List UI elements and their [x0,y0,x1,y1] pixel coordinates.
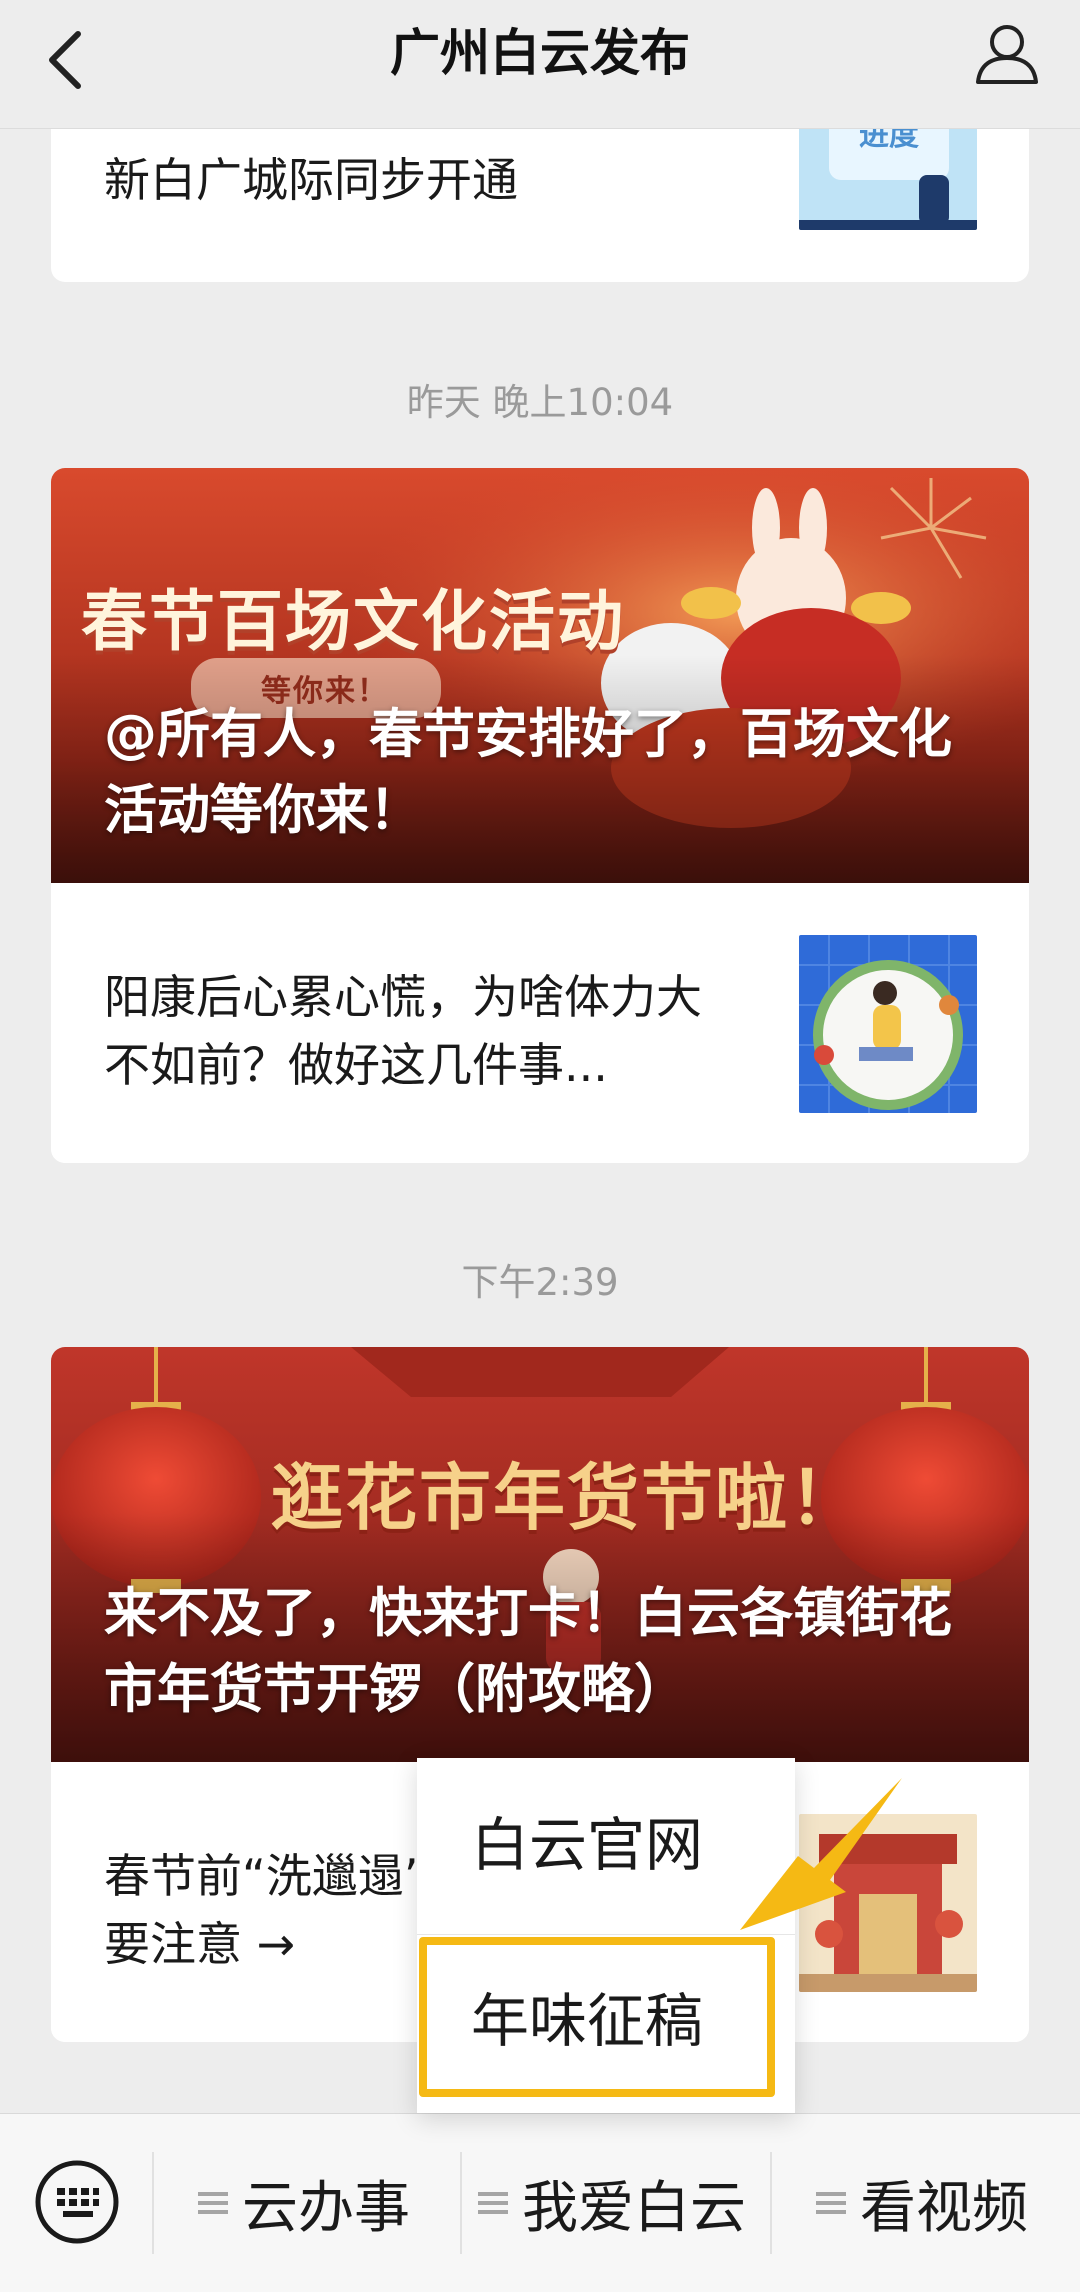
timestamp: 昨天 晚上10:04 [406,381,674,424]
banner-art-title: 春节百场文化活动 [81,583,625,660]
user-icon[interactable] [972,18,1042,88]
keyboard-icon[interactable] [34,2159,120,2245]
article-title: @所有人，春节安排好了，百场文化活动等你来！ [104,704,952,841]
hamburger-icon [478,2192,508,2214]
hamburger-icon [198,2192,228,2214]
menu-item-label: 看视频 [860,2175,1028,2241]
menu-item-love-baiyun[interactable]: 我爱白云 [478,2114,746,2292]
timestamp: 下午2:39 [461,1261,619,1304]
menu-item-label: 我爱白云 [522,2175,746,2241]
article-title: 新白广城际同步开通 [104,153,518,207]
banner-art-title: 逛花市年货节啦！ [271,1456,864,1540]
article-title: 来不及了，快来打卡！白云各镇街花市年货节开锣（附攻略） [104,1583,952,1720]
banner-image[interactable]: 春节百场文化活动 等你来！ @所有人，春节安排好了，百场文化活动等你来！ [51,468,1029,883]
page-title: 广州白云发布 [390,24,690,82]
article-title: 阳康后心累心慌，为啥体力大不如前？做好这几件事... [104,970,702,1092]
menu-item-label: 云办事 [242,2175,410,2241]
menu-divider [152,2152,154,2254]
article-list-item[interactable]: 阳康后心累心慌，为啥体力大不如前？做好这几件事... [51,883,1029,1163]
hamburger-icon [816,2192,846,2214]
banner-image[interactable]: 逛花市年货节啦！ 来不及了，快来打卡！白云各镇街花市年货节开锣（附攻略） [51,1347,1029,1762]
menu-item-watch-video[interactable]: 看视频 [816,2114,1028,2292]
menu-item-cloud-service[interactable]: 云办事 [198,2114,410,2292]
menu-divider [770,2152,772,2254]
article-thumbnail [799,935,977,1113]
menu-divider [460,2152,462,2254]
pointer-arrow-icon [740,1778,902,1930]
article-card-1[interactable]: 春节百场文化活动 等你来！ @所有人，春节安排好了，百场文化活动等你来！ 阳康后… [51,468,1029,1163]
bottom-menu-bar: 云办事 我爱白云 看视频 [0,2113,1080,2292]
top-bar: 广州白云发布 [0,0,1080,129]
highlight-box [419,1937,775,2097]
